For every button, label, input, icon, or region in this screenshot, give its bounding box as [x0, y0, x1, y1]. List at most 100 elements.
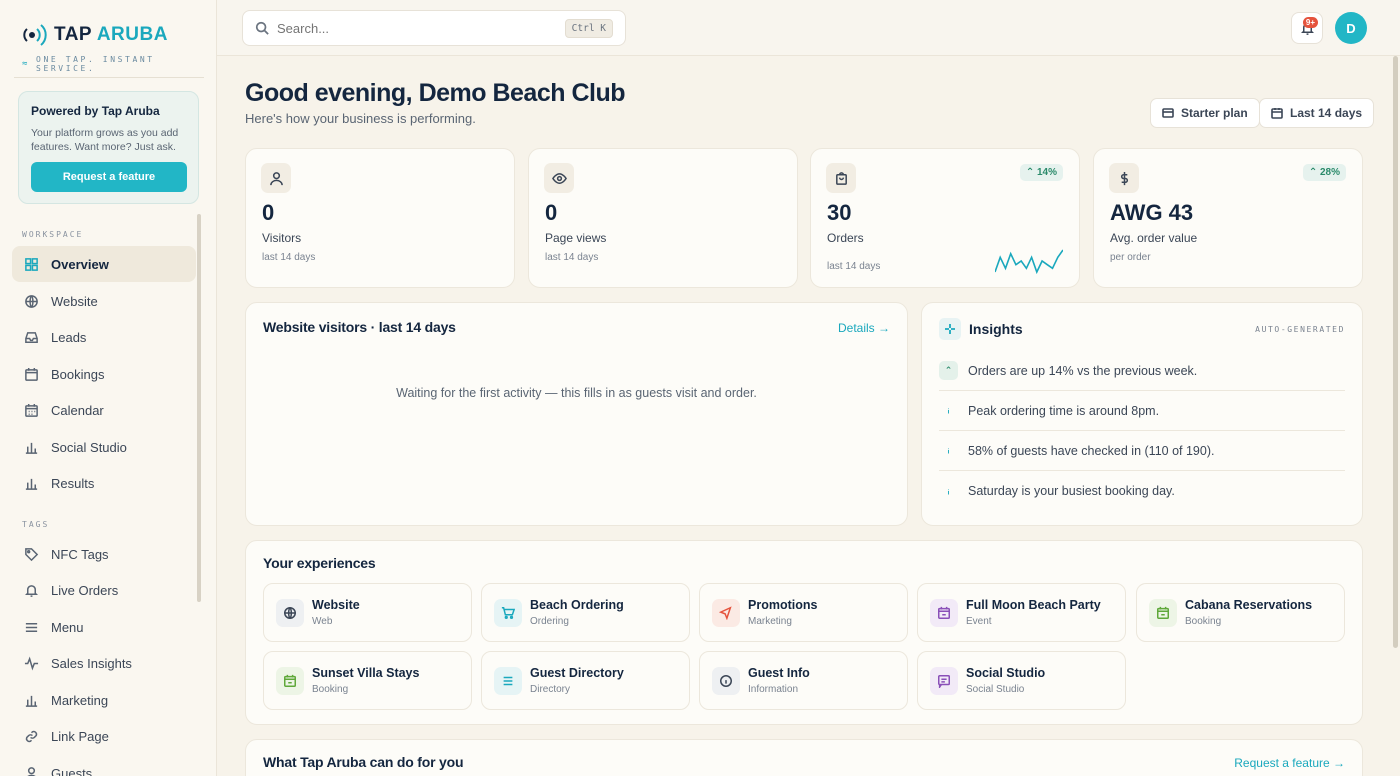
stat-label: Orders [827, 231, 864, 245]
cart-icon [494, 599, 522, 627]
notifications-badge: 9+ [1302, 17, 1318, 28]
promo-text: Your platform grows as you add features.… [31, 127, 179, 153]
logo[interactable]: TAP ARUBA [20, 22, 168, 48]
calendar-icon [25, 367, 38, 381]
nfc-logo-icon [23, 24, 47, 46]
search-input[interactable] [277, 20, 547, 36]
stat-card-avg-order: ⌃ 28% AWG 43 Avg. order value per order [1093, 148, 1363, 288]
sidebar-item-nfc-tags[interactable]: NFC Tags [12, 536, 196, 572]
trend-up-icon: ⌃ [939, 361, 958, 380]
experience-category: Booking [1185, 616, 1222, 627]
wifi-icon: ≈ [22, 59, 31, 69]
stat-card-orders: ⌃ 14% 30 Orders last 14 days [810, 148, 1080, 288]
sidebar-item-label: NFC Tags [51, 546, 109, 562]
sidebar-item-calendar[interactable]: Calendar [12, 392, 196, 428]
sidebar-item-social-studio[interactable]: Social Studio [12, 429, 196, 465]
sidebar-item-results[interactable]: Results [12, 465, 196, 501]
chat-icon [930, 667, 958, 695]
experiences-title: Your experiences [263, 555, 376, 571]
sidebar-item-leads[interactable]: Leads [12, 319, 196, 355]
megaphone-icon [712, 599, 740, 627]
notifications-button[interactable]: 9+ [1291, 12, 1323, 44]
activity-icon [24, 656, 39, 670]
experience-tile[interactable]: Full Moon Beach Party Event [917, 583, 1126, 642]
trend-badge: ⌃ 14% [1019, 164, 1063, 181]
calendar-icon [276, 667, 304, 695]
calendar-icon [1271, 108, 1283, 119]
visitors-card: Website visitors · last 14 days Details … [245, 302, 908, 526]
globe-icon [25, 294, 38, 308]
topbar: Ctrl K 9+ D [217, 0, 1400, 56]
experience-tile[interactable]: Guest Info Information [699, 651, 908, 710]
tag-icon [25, 547, 39, 561]
experience-name: Social Studio [966, 666, 1046, 680]
insight-text: Orders are up 14% vs the previous week. [968, 363, 1198, 378]
info-icon: ᵢ [947, 445, 950, 456]
plan-button[interactable]: Starter plan [1150, 98, 1260, 128]
insight-item: ᵢ 58% of guests have checked in (110 of … [939, 431, 1345, 471]
sidebar-item-label: Guests [51, 765, 93, 776]
stat-value: AWG 43 [1110, 200, 1194, 225]
page-scrollbar[interactable] [1393, 56, 1398, 648]
date-range-label: Last 14 days [1290, 106, 1363, 120]
sidebar-item-label: Website [51, 293, 98, 309]
sidebar-item-label: Overview [51, 256, 109, 272]
sidebar-item-bookings[interactable]: Bookings [12, 356, 196, 392]
menu-icon [25, 622, 38, 632]
sidebar-item-overview[interactable]: Overview [12, 246, 196, 282]
sidebar-item-sales-insights[interactable]: Sales Insights [12, 645, 196, 681]
insights-card: Insights AUTO-GENERATED ⌃ Orders are up … [921, 302, 1363, 526]
empty-state-message: Waiting for the first activity — this fi… [396, 386, 757, 400]
stat-label: Avg. order value [1110, 231, 1198, 245]
experience-tile[interactable]: Beach Ordering Ordering [481, 583, 690, 642]
sidebar-item-label: Leads [51, 329, 87, 345]
request-feature-link[interactable]: Request a feature → [1234, 756, 1345, 770]
experience-category: Marketing [748, 616, 792, 627]
sidebar-item-link-page[interactable]: Link Page [12, 718, 196, 754]
sidebar-scrollbar[interactable] [197, 214, 201, 602]
request-feature-button[interactable]: Request a feature [31, 162, 187, 192]
bar-chart-icon [25, 695, 38, 707]
sidebar-item-menu[interactable]: Menu [12, 609, 196, 645]
experience-tile[interactable]: Guest Directory Directory [481, 651, 690, 710]
sidebar-item-marketing[interactable]: Marketing [12, 682, 196, 718]
experience-tile[interactable]: Promotions Marketing [699, 583, 908, 642]
sidebar-item-live-orders[interactable]: Live Orders [12, 572, 196, 608]
experience-category: Ordering [530, 616, 569, 627]
avatar[interactable]: D [1335, 12, 1367, 44]
search-box[interactable]: Ctrl K [242, 10, 626, 46]
sidebar-item-label: Social Studio [51, 439, 127, 455]
promo-card: Powered by Tap Aruba Your platform grows… [18, 91, 199, 204]
insight-text: Peak ordering time is around 8pm. [968, 403, 1160, 418]
sidebar-item-label: Sales Insights [51, 655, 132, 671]
features-title: What Tap Aruba can do for you [263, 754, 464, 770]
sidebar: TAP ARUBA ≈ ONE TAP. INSTANT SERVICE. Pow… [0, 0, 217, 776]
calendar-icon [1149, 599, 1177, 627]
stat-sub: last 14 days [545, 252, 599, 263]
insights-tag: AUTO-GENERATED [1255, 325, 1345, 334]
date-range-button[interactable]: Last 14 days [1259, 98, 1375, 128]
insight-item: ᵢ Peak ordering time is around 8pm. [939, 391, 1345, 431]
divider [14, 77, 204, 78]
page-subtitle: Here's how your business is performing. [245, 111, 476, 126]
sidebar-item-website[interactable]: Website [12, 283, 196, 319]
experience-name: Promotions [748, 598, 818, 612]
shortcut-hint: Ctrl K [564, 19, 613, 38]
insight-text: Saturday is your busiest booking day. [968, 484, 1175, 498]
experience-tile[interactable]: Sunset Villa Stays Booking [263, 651, 472, 710]
bar-chart-icon [25, 442, 38, 454]
experience-tile[interactable]: Website Web [263, 583, 472, 642]
sidebar-item-guests[interactable]: Guests [12, 755, 196, 776]
trend-badge: ⌃ 28% [1302, 164, 1346, 181]
promo-title: Powered by Tap Aruba [31, 104, 160, 118]
stat-sub: last 14 days [262, 252, 316, 263]
sidebar-item-label: Calendar [51, 402, 104, 418]
experience-tile[interactable]: Social Studio Social Studio [917, 651, 1126, 710]
search-icon [255, 21, 269, 35]
globe-icon [276, 599, 304, 627]
experience-name: Beach Ordering [530, 598, 624, 612]
details-link[interactable]: Details → [838, 321, 890, 335]
stat-value: 0 [545, 200, 558, 225]
experience-tile[interactable]: Cabana Reservations Booking [1136, 583, 1345, 642]
user-icon [26, 766, 37, 776]
